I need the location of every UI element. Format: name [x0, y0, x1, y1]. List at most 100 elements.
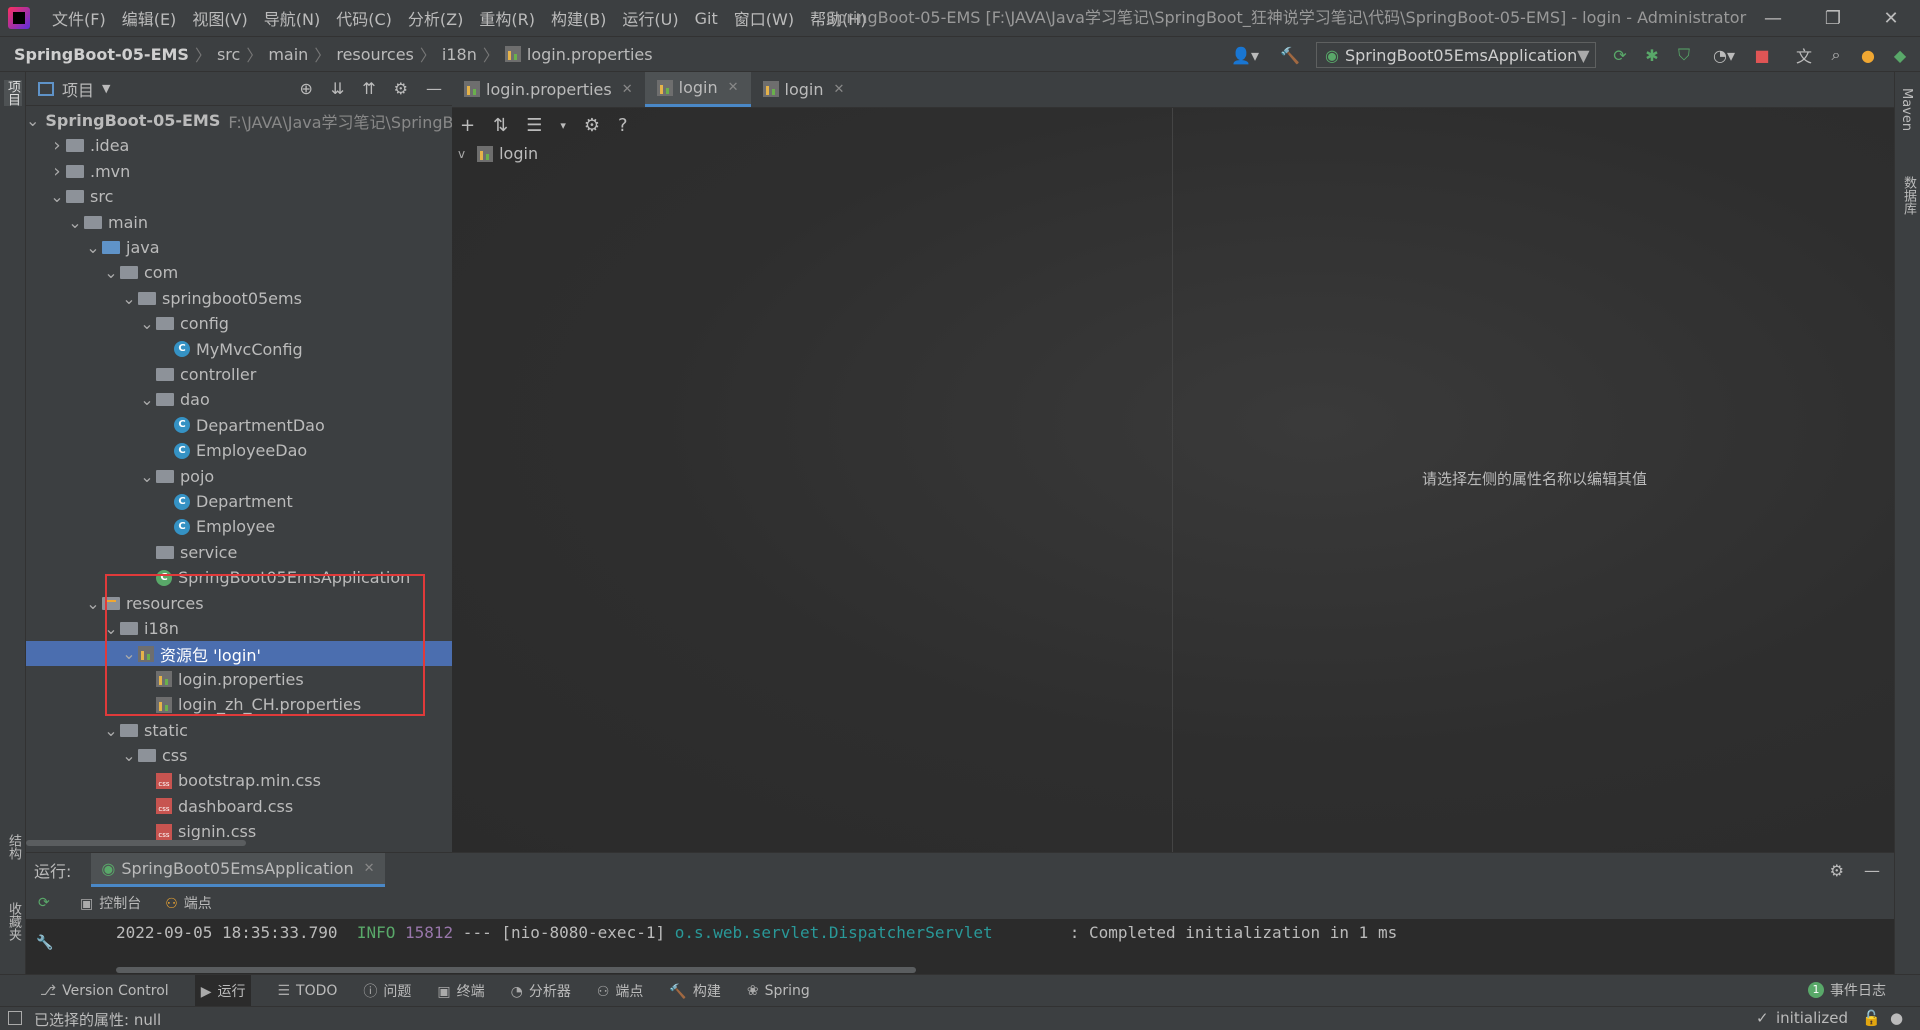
breadcrumb-item[interactable]: login.properties: [527, 45, 653, 64]
locate-icon[interactable]: ⊕: [299, 79, 312, 98]
bottom-tool-button[interactable]: ◔ 分析器: [511, 981, 571, 1001]
bottom-tool-button[interactable]: ▶ 运行: [194, 974, 252, 1007]
close-icon[interactable]: ✕: [728, 80, 739, 95]
coverage-icon[interactable]: ⛉: [1674, 45, 1694, 65]
run-tab[interactable]: ◉ SpringBoot05EmsApplication ✕: [91, 853, 385, 887]
rerun-icon[interactable]: ⟳: [1610, 45, 1630, 65]
splitter[interactable]: [1172, 108, 1173, 852]
menu-item[interactable]: 构建(B): [543, 6, 614, 30]
user-icon[interactable]: 👤▾: [1230, 45, 1260, 65]
minimize-button[interactable]: —: [1748, 0, 1798, 36]
menu-item[interactable]: 文件(F): [44, 6, 114, 30]
editor-tab[interactable]: login.properties ✕: [452, 72, 645, 107]
database-tool-tab[interactable]: 数据库: [1899, 176, 1918, 215]
console-tab[interactable]: ▣ 控制台: [80, 893, 141, 913]
profiler-icon[interactable]: ◔▾: [1706, 45, 1742, 65]
project-tool-tab[interactable]: 项目: [4, 80, 22, 106]
close-button[interactable]: ✕: [1866, 0, 1916, 36]
tree-node[interactable]: ⌄ css: [26, 743, 452, 768]
gear-icon[interactable]: ⚙: [1830, 861, 1844, 880]
tree-node[interactable]: ⌄ src: [26, 184, 452, 209]
hide-icon[interactable]: —: [1864, 861, 1880, 880]
tree-node[interactable]: ⌄ java: [26, 235, 452, 260]
bottom-tool-button[interactable]: 🔨 构建: [669, 981, 720, 1001]
tree-node[interactable]: css dashboard.css: [26, 794, 452, 819]
gear-icon[interactable]: ⚙: [584, 115, 600, 136]
tree-node[interactable]: css bootstrap.min.css: [26, 768, 452, 793]
hide-icon[interactable]: —: [426, 79, 442, 98]
editor-tab[interactable]: login ✕: [644, 72, 751, 107]
chevron-down-icon[interactable]: ⌄: [138, 390, 156, 409]
menu-item[interactable]: 编辑(E): [114, 6, 185, 30]
bottom-tool-button[interactable]: ❀ Spring: [747, 983, 810, 999]
rerun-icon[interactable]: ⟳: [38, 895, 50, 911]
sort-icon[interactable]: ⇅: [493, 115, 508, 136]
chevron-down-icon[interactable]: ⌄: [138, 467, 156, 486]
event-log-button[interactable]: 1 事件日志: [1808, 980, 1886, 1000]
plugin-icon[interactable]: ◆: [1890, 45, 1910, 65]
menu-item[interactable]: 视图(V): [184, 6, 255, 30]
panel-toggle-icon[interactable]: [8, 1011, 22, 1025]
chevron-right-icon[interactable]: ›: [48, 161, 66, 182]
chevron-down-icon[interactable]: ⌄: [48, 187, 66, 206]
add-icon[interactable]: +: [460, 115, 475, 136]
update-icon[interactable]: ●: [1858, 45, 1878, 65]
breadcrumb-item[interactable]: SpringBoot-05-EMS: [14, 45, 189, 64]
tree-node[interactable]: C Department: [26, 489, 452, 514]
build-hammer-icon[interactable]: 🔨: [1280, 45, 1300, 65]
bottom-tool-button[interactable]: ⚇ 端点: [597, 981, 644, 1001]
tree-node[interactable]: ⌄ config: [26, 311, 452, 336]
chevron-down-icon[interactable]: ⌄: [66, 213, 84, 232]
breadcrumb-item[interactable]: src: [217, 45, 240, 64]
structure-tool-tab[interactable]: 结构: [4, 834, 23, 860]
bottom-tool-button[interactable]: ▣ 终端: [437, 981, 484, 1001]
tree-node[interactable]: C MyMvcConfig: [26, 337, 452, 362]
bottom-tool-button[interactable]: ⓘ 问题: [363, 981, 411, 1001]
tree-node[interactable]: ⌄ main: [26, 210, 452, 235]
chevron-down-icon[interactable]: ⌄: [120, 746, 138, 765]
chevron-down-icon[interactable]: ⌄: [102, 263, 120, 282]
close-icon[interactable]: ✕: [834, 82, 845, 97]
tree-node[interactable]: ⌄ com: [26, 260, 452, 285]
group-icon[interactable]: ☰: [526, 115, 542, 136]
search-icon[interactable]: ⌕: [1826, 45, 1846, 65]
chevron-down-icon[interactable]: ▼: [102, 82, 110, 95]
breadcrumb-item[interactable]: i18n: [442, 45, 477, 64]
close-icon[interactable]: ✕: [364, 861, 375, 876]
tree-node[interactable]: C DepartmentDao: [26, 413, 452, 438]
tree-node[interactable]: controller: [26, 362, 452, 387]
menu-item[interactable]: 运行(U): [614, 6, 686, 30]
menu-item[interactable]: 窗口(W): [726, 6, 802, 30]
chevron-down-icon[interactable]: ⌄: [138, 314, 156, 333]
tree-node[interactable]: ⌄ SpringBoot-05-EMS F:\JAVA\Java学习笔记\Sprin…: [26, 108, 452, 133]
tree-node[interactable]: C Employee: [26, 514, 452, 539]
stop-icon[interactable]: ■: [1752, 45, 1772, 65]
endpoints-tab[interactable]: ⚇ 端点: [165, 893, 212, 913]
run-config-select[interactable]: ◉ SpringBoot05EmsApplication ▼: [1316, 42, 1596, 68]
wrench-icon[interactable]: 🔧: [36, 935, 53, 951]
tree-node[interactable]: service: [26, 540, 452, 565]
close-icon[interactable]: ✕: [622, 82, 633, 97]
tree-node[interactable]: ⌄ static: [26, 718, 452, 743]
lock-icon[interactable]: 🔓: [1862, 1009, 1881, 1027]
chevron-down-icon[interactable]: v: [458, 147, 465, 161]
tree-node[interactable]: ⌄ springboot05ems: [26, 286, 452, 311]
project-panel-title[interactable]: 项目: [62, 77, 94, 101]
breadcrumb-item[interactable]: resources: [336, 45, 414, 64]
tree-node[interactable]: ⌄ dao: [26, 387, 452, 412]
console-horizontal-scrollbar[interactable]: [116, 967, 916, 973]
notification-icon[interactable]: ●: [1890, 1009, 1903, 1027]
favorites-tool-tab[interactable]: 收藏夹: [4, 902, 23, 941]
tree-node[interactable]: › .idea: [26, 133, 452, 158]
restore-button[interactable]: ❐: [1808, 0, 1858, 36]
chevron-down-icon[interactable]: ⌄: [102, 721, 120, 740]
chevron-down-icon[interactable]: ⌄: [84, 594, 102, 613]
gear-icon[interactable]: ⚙: [394, 79, 408, 98]
maven-tool-tab[interactable]: Maven: [1899, 88, 1914, 131]
tree-node[interactable]: C EmployeeDao: [26, 438, 452, 463]
help-icon[interactable]: ?: [618, 115, 628, 136]
bottom-tool-button[interactable]: ☰ TODO: [277, 983, 337, 999]
translate-icon[interactable]: 文: [1794, 45, 1814, 66]
collapse-all-icon[interactable]: ⇈: [362, 79, 375, 98]
chevron-down-icon[interactable]: ▾: [560, 119, 566, 132]
